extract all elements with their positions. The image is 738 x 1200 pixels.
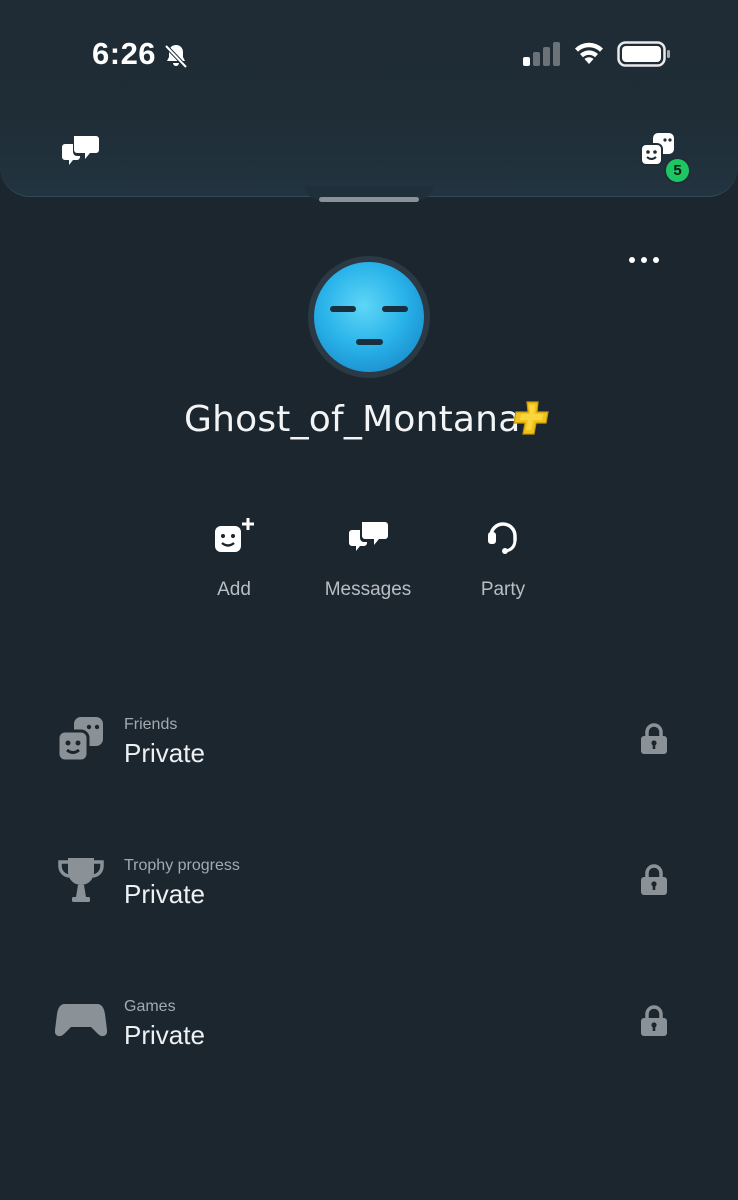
- trophy-row-value: Private: [124, 879, 205, 909]
- add-friend-icon[interactable]: [213, 516, 255, 554]
- expressionless-face-avatar: [330, 306, 408, 345]
- party-label[interactable]: Party: [438, 579, 568, 601]
- trophy-row-title: Trophy progress: [124, 857, 240, 874]
- signal-icon: [523, 42, 560, 66]
- top-header: [0, 0, 738, 197]
- more-dots-icon[interactable]: [628, 255, 660, 265]
- username: Ghost_of_Montana: [184, 399, 521, 440]
- headset-icon[interactable]: [486, 516, 520, 556]
- trophy-icon: [58, 858, 104, 902]
- games-row-value: Private: [124, 1020, 205, 1050]
- gamepad-icon: [55, 1004, 107, 1037]
- friends-badge: 5: [664, 157, 691, 184]
- friends-row-title: Friends: [124, 716, 178, 733]
- messages-label[interactable]: Messages: [303, 579, 433, 601]
- drag-handle[interactable]: [319, 197, 419, 202]
- wifi-icon: [575, 42, 603, 64]
- ps-plus-icon: [514, 401, 549, 435]
- status-time: 6:26: [92, 36, 157, 71]
- bell-slash-icon: [164, 44, 188, 69]
- chat-bubbles-icon[interactable]: [62, 132, 100, 166]
- battery-icon: [617, 41, 670, 67]
- friends-icon: [57, 717, 103, 763]
- lock-icon: [641, 723, 667, 754]
- friends-row-value: Private: [124, 738, 205, 768]
- messages-icon[interactable]: [349, 518, 389, 554]
- add-label[interactable]: Add: [169, 579, 299, 601]
- lock-icon: [641, 864, 667, 895]
- lock-icon: [641, 1005, 667, 1036]
- games-row-title: Games: [124, 998, 176, 1015]
